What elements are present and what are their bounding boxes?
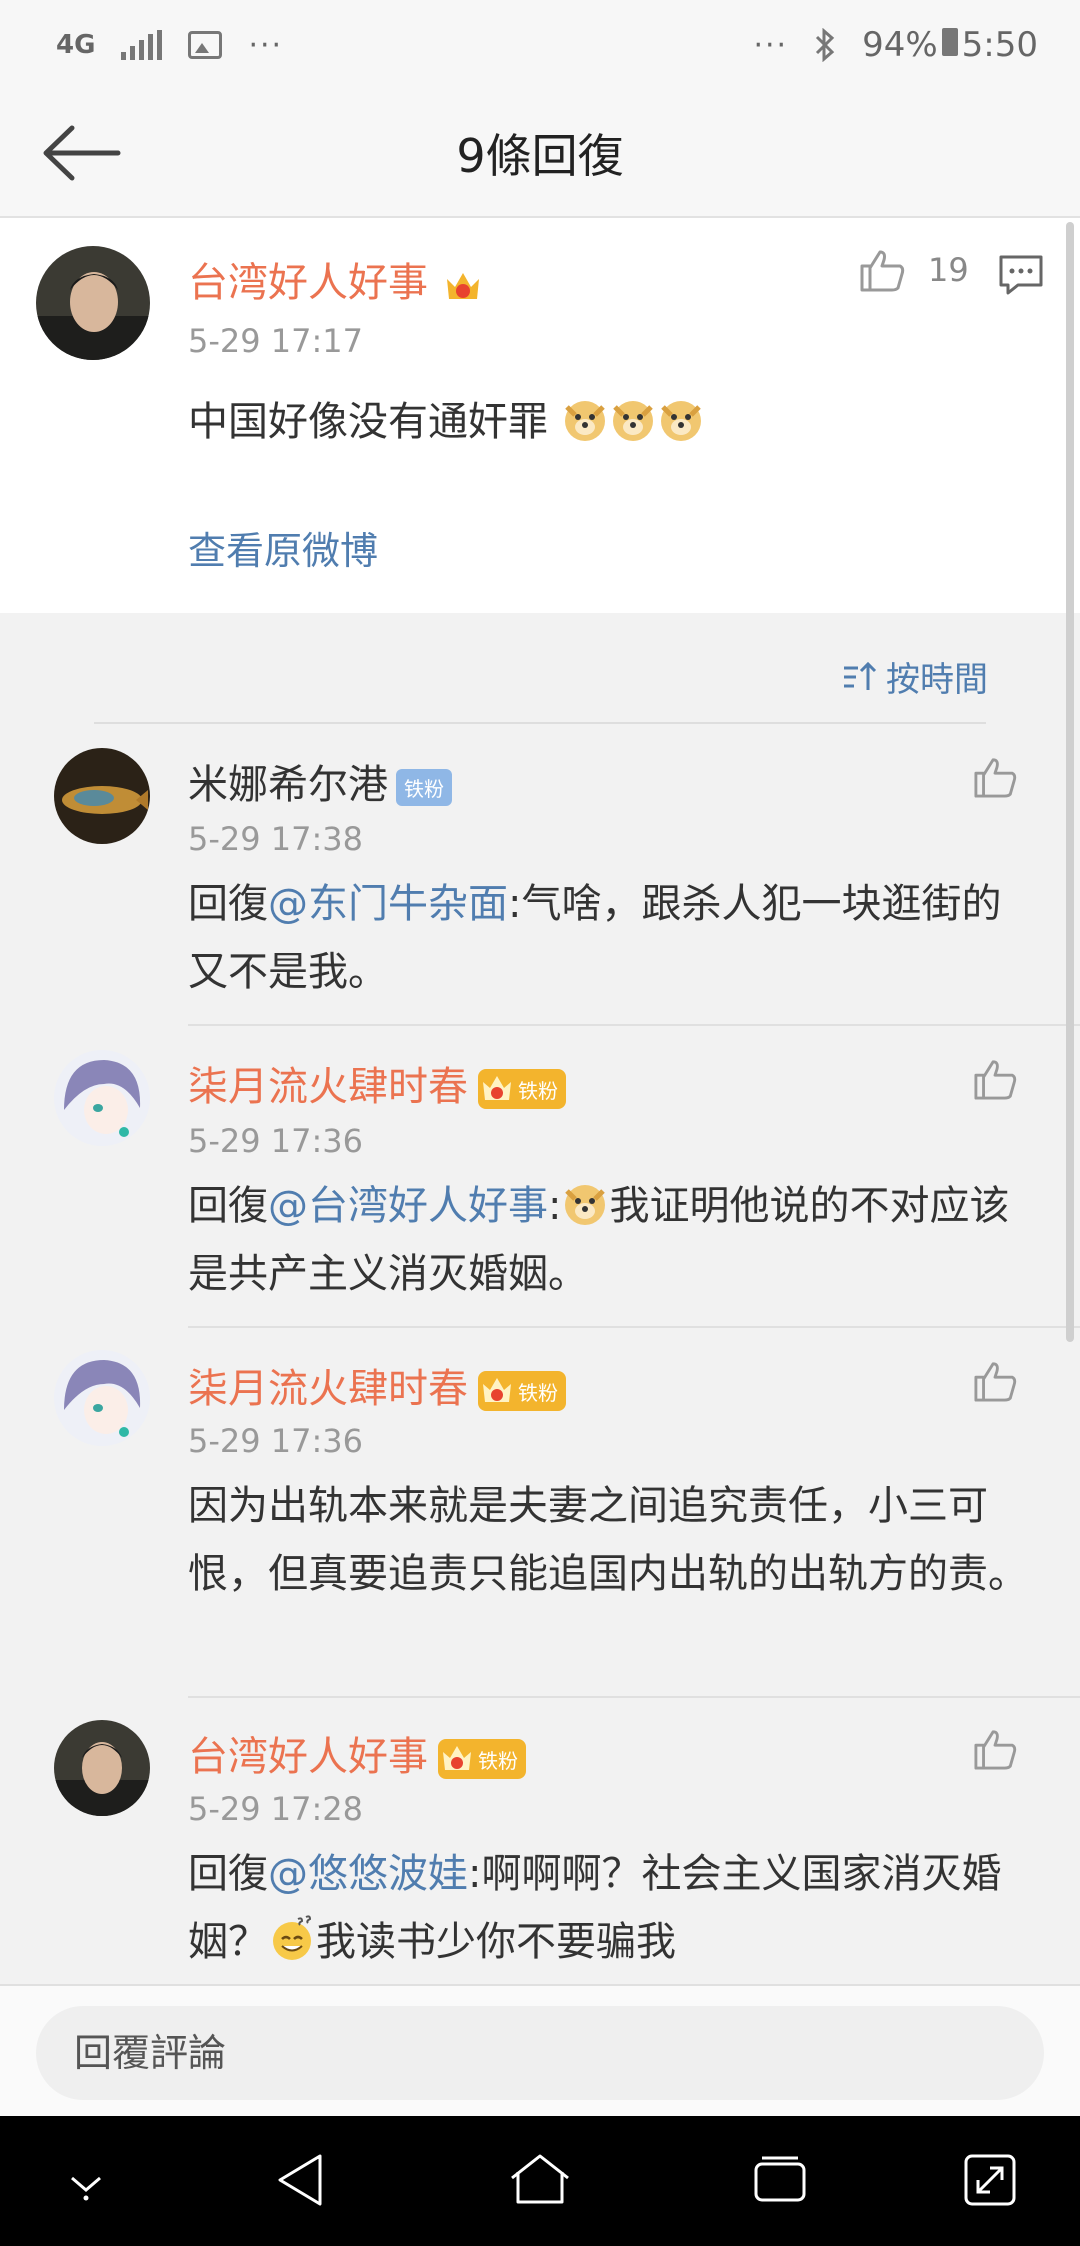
- thumbs-up-icon: [860, 250, 905, 292]
- sort-label: 按時間: [886, 660, 988, 700]
- more-notifications-icon: ···: [248, 27, 284, 63]
- thumbs-up-icon[interactable]: [972, 1360, 1018, 1402]
- doge-emoji-icon: [565, 1185, 606, 1225]
- mention-link[interactable]: @东门牛杂面: [268, 881, 508, 927]
- fan-badge: 铁粉: [396, 768, 452, 806]
- post-author[interactable]: 台湾好人好事: [188, 250, 485, 308]
- network-indicator: 4G: [56, 30, 96, 60]
- signal-icon: [121, 30, 163, 60]
- reply-author-name[interactable]: 米娜希尔港: [188, 762, 388, 808]
- doge-emoji-icon: [660, 401, 701, 441]
- thumbs-up-icon[interactable]: [972, 756, 1018, 798]
- back-icon[interactable]: [274, 2152, 326, 2208]
- crown-icon: [483, 1378, 511, 1402]
- thumbs-up-icon[interactable]: [972, 1728, 1018, 1770]
- sort-icon: [844, 661, 877, 690]
- avatar[interactable]: [54, 1350, 150, 1446]
- recent-apps-icon[interactable]: [752, 2152, 808, 2208]
- navigation-bar: [0, 2116, 1080, 2246]
- reply-text: 回復@悠悠波娃:啊啊啊？社会主义国家消灭婚姻？ 我读书少你不要骗我: [188, 1840, 1028, 1976]
- reply-time: 5-29 17:36: [188, 1422, 364, 1460]
- reply-prefix: 回復: [188, 1851, 268, 1897]
- reply-author-name[interactable]: 柒月流火肆时春: [188, 1366, 468, 1412]
- post-time: 5-29 17:17: [188, 322, 364, 360]
- doge-emoji-icon: [612, 401, 653, 441]
- divider: [188, 1696, 1080, 1698]
- avatar[interactable]: [54, 1050, 150, 1146]
- post-author-name[interactable]: 台湾好人好事: [188, 260, 428, 306]
- bluetooth-icon: [816, 28, 835, 62]
- reply-body: :: [548, 1183, 562, 1229]
- reply-text: 回復@东门牛杂面:气啥，跟杀人犯一块逛街的又不是我。: [188, 870, 1028, 1006]
- reply-author[interactable]: 柒月流火肆时春 铁粉: [188, 1356, 566, 1414]
- post-like-button[interactable]: 19: [858, 248, 969, 292]
- reply-text: 回復@台湾好人好事: 我证明他说的不对应该是共产主义消灭婚姻。: [188, 1172, 1028, 1308]
- fan-badge: 铁粉: [478, 1371, 566, 1411]
- fan-badge: 铁粉: [478, 1069, 566, 1109]
- avatar[interactable]: [36, 246, 150, 360]
- more-status-icon: ···: [753, 27, 789, 63]
- reply-body: 我读书少你不要骗我: [316, 1919, 676, 1965]
- reply-input[interactable]: 回覆評論: [36, 2006, 1044, 2100]
- top-bar: 9條回復: [0, 90, 1080, 218]
- reply-time: 5-29 17:36: [188, 1122, 364, 1160]
- like-count: 19: [928, 251, 969, 289]
- reply-author-name[interactable]: 台湾好人好事: [188, 1734, 428, 1780]
- reply-author-name[interactable]: 柒月流火肆时春: [188, 1064, 468, 1110]
- home-icon[interactable]: [508, 2152, 572, 2208]
- clock: 5:50: [961, 25, 1038, 65]
- crown-icon: [443, 1746, 471, 1770]
- reply-prefix: 回復: [188, 881, 268, 927]
- chevron-down-icon[interactable]: [64, 2172, 108, 2202]
- doge-emoji-icon: [564, 401, 605, 441]
- avatar[interactable]: [54, 1720, 150, 1816]
- reply-text: 因为出轨本来就是夫妻之间追究责任，小三可恨，但真要追责只能追国内出轨的出轨方的责…: [188, 1472, 1028, 1608]
- post-text: 中国好像没有通奸罪: [188, 388, 948, 456]
- reply-time: 5-29 17:38: [188, 820, 364, 858]
- reply-body: 因为出轨本来就是夫妻之间追究责任，小三可恨，但真要追责只能追国内出轨的出轨方的责…: [188, 1483, 1028, 1597]
- battery-icon: [941, 28, 958, 56]
- mention-link[interactable]: @台湾好人好事: [268, 1183, 548, 1229]
- post-text-body: 中国好像没有通奸罪: [188, 399, 548, 445]
- expand-icon[interactable]: [962, 2152, 1018, 2208]
- crown-icon: [483, 1076, 511, 1100]
- fan-badge: 铁粉: [438, 1739, 526, 1779]
- image-notification-icon: [188, 31, 223, 59]
- reply-author[interactable]: 台湾好人好事 铁粉: [188, 1724, 526, 1782]
- scrollbar[interactable]: [1066, 222, 1074, 1342]
- reply-author[interactable]: 柒月流火肆时春 铁粉: [188, 1054, 566, 1112]
- comment-icon[interactable]: [998, 254, 1044, 296]
- vip-crown-icon: [446, 273, 479, 299]
- reply-time: 5-29 17:28: [188, 1790, 364, 1828]
- status-bar: 4G ··· ··· 94% 5:50: [0, 0, 1080, 90]
- avatar[interactable]: [54, 748, 150, 844]
- fan-badge-label: 铁粉: [478, 1748, 518, 1773]
- page-title: 9條回復: [456, 129, 624, 183]
- fan-badge-label: 铁粉: [518, 1078, 558, 1103]
- sweat-smile-emoji-icon: [273, 1915, 312, 1960]
- reply-author[interactable]: 米娜希尔港 铁粉: [188, 752, 452, 810]
- sort-button[interactable]: 按時間: [842, 652, 988, 701]
- view-original-link[interactable]: 查看原微博: [188, 520, 378, 575]
- battery-percent: 94%: [862, 25, 938, 65]
- mention-link[interactable]: @悠悠波娃: [268, 1851, 468, 1897]
- reply-prefix: 回復: [188, 1183, 268, 1229]
- fan-badge-label: 铁粉: [518, 1380, 558, 1405]
- thumbs-up-icon[interactable]: [972, 1058, 1018, 1100]
- reply-bar: 回覆評論: [0, 1984, 1080, 2116]
